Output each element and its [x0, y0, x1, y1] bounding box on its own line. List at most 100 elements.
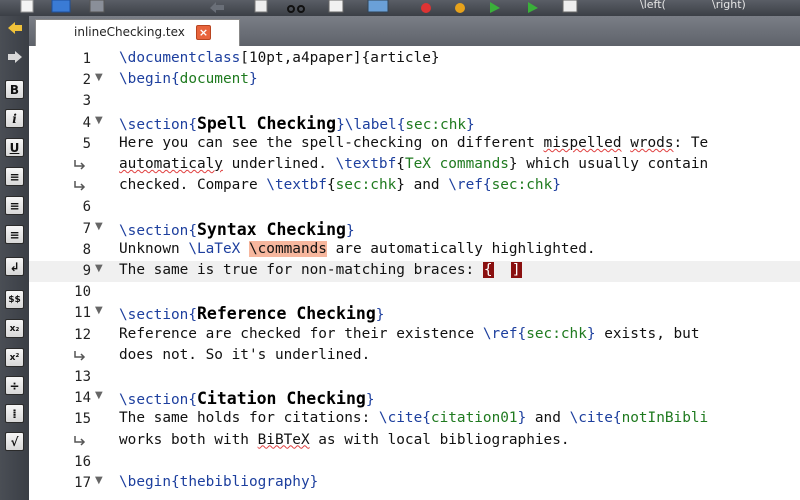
- fraction-icon[interactable]: ÷: [5, 376, 24, 395]
- image-icon[interactable]: [366, 0, 390, 14]
- run-icon[interactable]: [522, 0, 544, 14]
- unknown-command: \commands: [248, 240, 327, 257]
- code-token: sec:chk: [491, 177, 553, 194]
- editor-line[interactable]: 15 The same holds for citations: \cite{ci…: [29, 409, 800, 430]
- align-center-icon[interactable]: ≡: [5, 196, 24, 215]
- code-token: as with local bibliographies.: [309, 431, 570, 448]
- subscript-icon[interactable]: x₂: [5, 319, 24, 338]
- line-wrap-icon: [74, 350, 86, 361]
- code-token: {: [188, 116, 197, 133]
- editor-line[interactable]: 8 Unknown \LaTeX \commands are automatica…: [29, 240, 800, 261]
- code-token: }: [346, 222, 355, 239]
- right-paren-button[interactable]: \right): [712, 0, 746, 11]
- superscript-icon[interactable]: x²: [5, 348, 24, 367]
- underline-icon[interactable]: U: [5, 138, 24, 157]
- line-wrap-icon: [74, 435, 86, 446]
- editor-line[interactable]: 9 ▼ The same is true for non-matching brac…: [29, 261, 800, 282]
- editor-line[interactable]: 12 Reference are checked for their existe…: [29, 325, 800, 346]
- editor-line[interactable]: automaticaly underlined. \textbf{TeX com…: [29, 155, 800, 176]
- code-token: Citation Checking: [196, 389, 366, 409]
- arrow-left-icon[interactable]: [7, 21, 23, 35]
- editor-line[interactable]: 4 ▼ \section{Spell Checking}\label{sec:chk…: [29, 113, 800, 134]
- editor-line[interactable]: 13: [29, 367, 800, 388]
- editor-line[interactable]: works both with BiBTeX as with local bib…: [29, 431, 800, 452]
- paste-icon[interactable]: [326, 0, 348, 14]
- math-dollar-icon[interactable]: $$: [5, 290, 24, 309]
- code-token: {: [170, 71, 180, 88]
- zoom-icon[interactable]: [560, 0, 584, 14]
- code-token: }: [552, 177, 561, 194]
- fold-arrow-icon[interactable]: ▼: [95, 221, 103, 232]
- editor-line[interactable]: 14 ▼ \section{Citation Checking}: [29, 388, 800, 409]
- editor-line[interactable]: 11 ▼ \section{Reference Checking}: [29, 303, 800, 324]
- undo-icon[interactable]: [206, 0, 228, 14]
- fold-arrow-icon[interactable]: ▼: [95, 72, 103, 83]
- latex-sidebar: Bi U ≡ ≡ ≡ ↲ $$ x₂ x² ÷ ⁞ √: [0, 16, 29, 500]
- line-number: 7: [82, 220, 91, 237]
- code-token: TeX commands: [404, 156, 509, 172]
- save-all-icon[interactable]: [88, 0, 108, 14]
- line-number: 9: [82, 263, 91, 279]
- editor-line[interactable]: 2 ▼ \begin{document}: [29, 70, 800, 91]
- error-next-icon[interactable]: [444, 0, 468, 14]
- line-number: 16: [74, 453, 91, 470]
- main-toolbar: \left( \right): [0, 0, 800, 16]
- editor-line[interactable]: 3: [29, 91, 800, 112]
- sqrt-icon[interactable]: √: [5, 432, 24, 451]
- code-text: \section{Reference Checking}: [119, 304, 384, 323]
- copy-icon[interactable]: [252, 0, 272, 14]
- cut-icon[interactable]: [284, 0, 308, 14]
- code-text: The same is true for non-matching braces…: [119, 262, 522, 278]
- editor-line[interactable]: 17 ▼ \begin{thebibliography}: [29, 473, 800, 494]
- fold-arrow-icon[interactable]: ▼: [95, 115, 103, 126]
- editor-line[interactable]: checked. Compare \textbf{sec:chk} and \r…: [29, 176, 800, 197]
- newline-icon[interactable]: ↲: [5, 257, 24, 276]
- editor-line[interactable]: does not. So it's underlined.: [29, 346, 800, 367]
- code-token: {: [188, 222, 197, 239]
- fold-arrow-icon[interactable]: ▼: [95, 475, 103, 486]
- italic-icon[interactable]: i: [5, 109, 24, 128]
- fold-arrow-icon[interactable]: ▼: [95, 263, 103, 274]
- align-left-icon[interactable]: ≡: [5, 167, 24, 186]
- tab-inlinechecking[interactable]: inlineChecking.tex ×: [35, 19, 240, 46]
- code-token: \section: [119, 116, 189, 133]
- align-right-icon[interactable]: ≡: [5, 225, 24, 244]
- code-token: and: [526, 410, 570, 427]
- line-number: 14: [74, 390, 91, 407]
- close-icon[interactable]: ×: [196, 25, 211, 40]
- fold-arrow-icon[interactable]: ▼: [95, 390, 103, 401]
- code-token: \ref: [448, 177, 483, 194]
- misspelled-word: BiBTeX: [257, 431, 310, 448]
- code-token: \section: [119, 222, 189, 239]
- save-icon[interactable]: [50, 0, 72, 14]
- code-text: \begin{document}: [119, 71, 258, 87]
- compile-icon[interactable]: [484, 0, 506, 14]
- arrow-right-icon[interactable]: [7, 50, 23, 64]
- code-token: \begin: [119, 474, 171, 490]
- code-token: Reference Checking: [196, 304, 376, 324]
- left-paren-button[interactable]: \left(: [640, 0, 666, 11]
- editor-line[interactable]: 16: [29, 452, 800, 473]
- editor-line[interactable]: 6: [29, 197, 800, 218]
- bold-icon[interactable]: B: [5, 80, 24, 99]
- code-token: works both with: [119, 431, 258, 448]
- editor-line[interactable]: 1 \documentclass[10pt,a4paper]{article}: [29, 49, 800, 70]
- editor-line[interactable]: 7 ▼ \section{Syntax Checking}: [29, 219, 800, 240]
- error-prev-icon[interactable]: [410, 0, 434, 14]
- editor-line[interactable]: 10: [29, 282, 800, 303]
- code-token: document: [179, 71, 249, 88]
- code-token: \LaTeX: [188, 240, 241, 257]
- code-token: The same holds for citations:: [119, 410, 379, 427]
- code-text: \section{Spell Checking}\label{sec:chk}: [119, 114, 475, 133]
- editor-line[interactable]: 5 Here you can see the spell-checking on …: [29, 134, 800, 155]
- code-token: }: [309, 474, 319, 490]
- code-token: }: [517, 410, 527, 427]
- unmatched-brace: ]: [510, 262, 522, 278]
- code-token: {: [326, 177, 336, 194]
- fold-arrow-icon[interactable]: ▼: [95, 305, 103, 316]
- dfrac-icon[interactable]: ⁞: [5, 404, 24, 423]
- code-editor[interactable]: 1 \documentclass[10pt,a4paper]{article} 2 ▼…: [29, 46, 800, 500]
- new-file-icon[interactable]: [18, 0, 36, 14]
- code-text: The same holds for citations: \cite{cita…: [119, 410, 708, 426]
